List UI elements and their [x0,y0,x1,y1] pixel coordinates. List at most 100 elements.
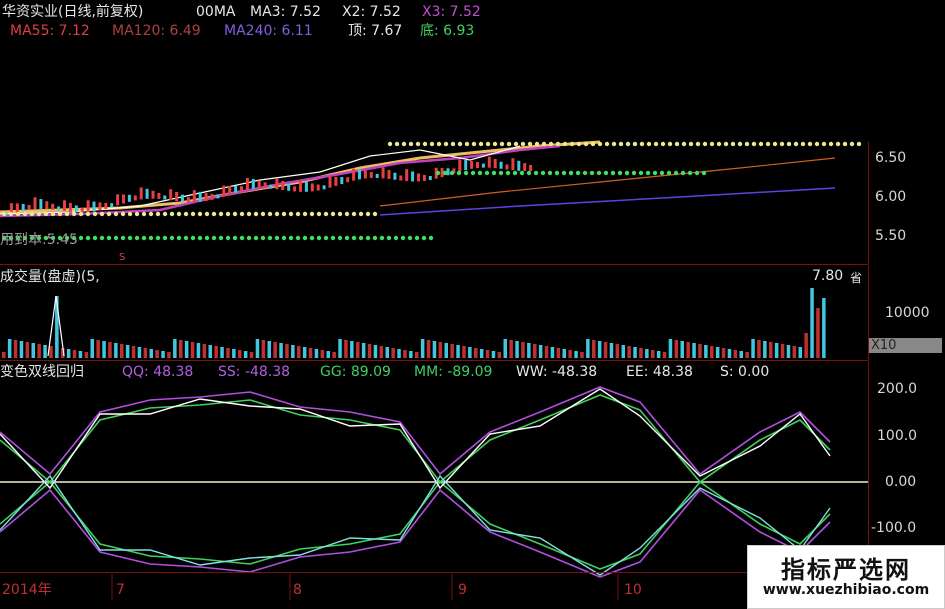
resistance-dots [281,211,287,217]
volume-bar [704,345,708,358]
support-dots [302,235,308,241]
ma-item: X2: 7.52 [342,4,401,20]
support-dots [78,235,84,241]
resistance-dots [450,141,456,147]
support-dots [652,170,658,176]
ma-line [0,144,561,218]
volume-bar [208,345,212,358]
volume-bar [214,346,218,358]
candle [399,175,403,181]
candle [127,194,131,202]
volume-bar [220,347,224,358]
candle [263,182,267,189]
candle [316,184,320,191]
candle [487,156,491,168]
resistance-dots [302,211,308,217]
resistance-dots [288,211,294,217]
resistance-dots [64,211,70,217]
support-dots [498,170,504,176]
resistance-dots [807,141,813,147]
support-dots [533,170,539,176]
candle [358,169,361,180]
resistance-dots [246,211,252,217]
support-dots [421,235,427,241]
ma-item: MA120: 6.49 [112,23,201,39]
time-label: 7 [116,582,125,598]
volume-bar [96,340,100,358]
volume-bar [668,339,673,358]
resistance-dots [758,141,764,147]
candle [499,161,503,169]
resistance-dots [562,141,568,147]
resistance-dots [471,141,477,147]
volume-bar [409,351,413,358]
support-dots [645,170,651,176]
support-dots [337,235,343,241]
candle [204,193,208,202]
support-dots [701,170,707,176]
resistance-dots [842,141,848,147]
support-dots [330,235,336,241]
candle [476,162,479,169]
support-dots [232,235,238,241]
price-tick: 6.50 [875,150,907,166]
volume-bar [810,288,814,358]
resistance-dots [148,211,154,217]
volume-bar [137,347,142,358]
resistance-dots [387,141,393,147]
resistance-dots [737,141,743,147]
volume-bar [527,343,531,358]
volume-bar [503,339,507,358]
candle [39,199,43,210]
indicator-tick: -100.0 [871,520,917,536]
support-dots [575,170,581,176]
volume-title: 成交量(盘虚)(5, [0,269,100,285]
resistance-dots [92,211,98,217]
volume-bar [751,339,755,358]
indicator-item: S: 0.00 [720,364,770,380]
volume-bar [261,340,266,358]
resistance-dots [211,211,217,217]
candle [304,181,308,192]
resistance-dots [849,141,855,147]
candle [352,168,356,181]
volume-bar [202,344,207,358]
resistance-dots [260,211,266,217]
volume-bar [479,349,484,358]
support-dots [127,235,133,241]
volume-bar [149,349,153,358]
support-dots [316,235,322,241]
volume-bar [786,345,791,358]
volume-bar [243,351,248,358]
support-dots [134,235,140,241]
volume-bar [497,352,502,358]
volume-tick: 10000 [885,305,930,321]
resistance-dots [36,211,42,217]
resistance-dots [85,211,91,217]
resistance-dots [309,211,315,217]
resistance-dots [751,141,757,147]
resistance-dots [548,141,554,147]
candle [470,160,474,169]
volume-bar [167,352,171,358]
time-label: 9 [458,582,467,598]
support-dots [491,170,497,176]
ma-item: 顶: 7.67 [348,23,403,39]
support-dots [673,170,679,176]
resistance-dots [681,141,687,147]
volume-mask [134,265,810,333]
support-dots [344,235,350,241]
support-dots [666,170,672,176]
support-dots [505,170,511,176]
volume-bar [792,346,797,358]
ss-line [0,488,831,578]
volume-bar [415,352,419,358]
volume-bar [72,350,77,358]
volume-bar [597,341,602,358]
support-dots [323,235,329,241]
volume-bar [120,344,124,358]
volume-bar [733,350,738,358]
volume-bar [338,339,342,358]
candle [45,201,49,210]
candle [387,169,391,179]
